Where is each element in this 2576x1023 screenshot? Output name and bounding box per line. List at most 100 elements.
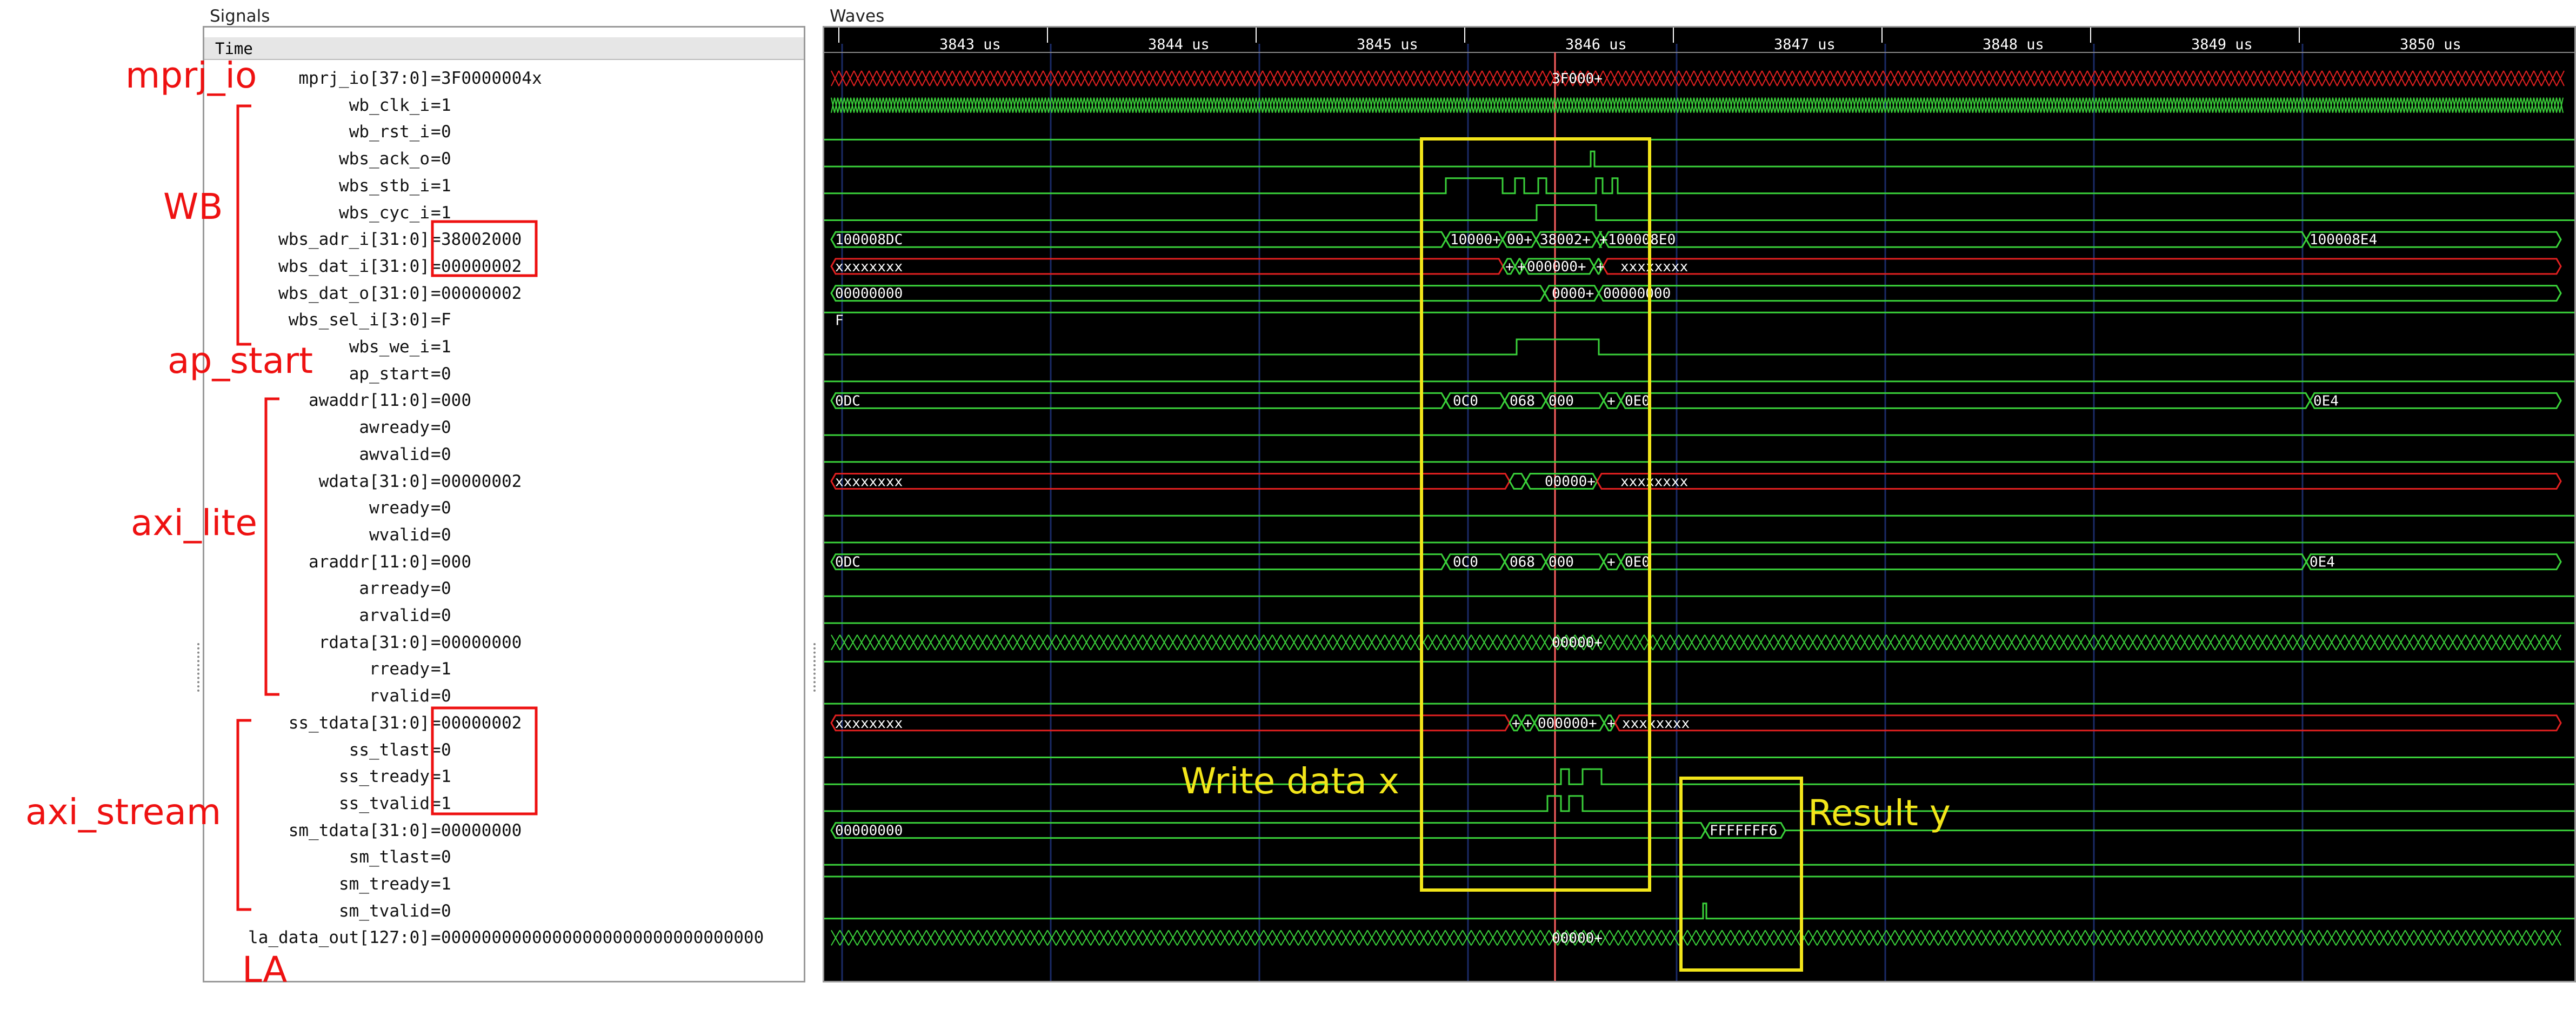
wave-value-label: +: [1596, 259, 1605, 275]
signal-value: 0: [441, 149, 451, 169]
signal-value: 00000000000000000000000000000000: [441, 928, 764, 948]
annotation-ap-start: ap_start: [168, 340, 313, 382]
wave-value-label: 0E0: [1625, 554, 1650, 571]
wave-value-label: 00000000: [835, 286, 903, 302]
signal-value: 00000000: [441, 820, 522, 840]
time-axis-label: 3848 us: [1983, 36, 2044, 53]
wave-value-label: 00000000: [1603, 286, 1671, 302]
wave-value-label: 068: [1510, 554, 1535, 571]
time-axis-label: 3850 us: [2400, 36, 2461, 53]
wave-value-label: 0000+: [1552, 286, 1594, 302]
signal-line: [824, 177, 2574, 195]
wave-value-label: 0E4: [2310, 554, 2335, 571]
wave-value-label: xxxxxxxx: [835, 259, 903, 275]
wave-value-label: 00000000: [835, 823, 903, 839]
signal-equals: =: [431, 767, 441, 787]
signal-value: 1: [441, 659, 451, 679]
signal-equals: =: [431, 498, 441, 518]
signal-equals: =: [431, 471, 441, 491]
signal-equals: =: [431, 149, 441, 169]
wave-value-label: 0E4: [2313, 393, 2339, 409]
signal-name: arvalid: [359, 606, 430, 625]
wave-value-label: xxxxxxxx: [1622, 716, 1690, 732]
annotation-mprj-io: mprj_io: [125, 55, 257, 96]
annotation-la: LA: [242, 949, 288, 991]
signal-equals: =: [431, 391, 441, 411]
signal-equals: =: [431, 793, 441, 813]
signal-equals: =: [431, 606, 441, 625]
signal-value: 0: [441, 122, 451, 142]
wave-value-label: +: [1512, 716, 1520, 732]
bus-segment: [1620, 392, 2311, 409]
wave-value-label: 00000+: [1545, 474, 1596, 490]
signal-equals: =: [431, 686, 441, 706]
signal-value: 0: [441, 498, 451, 518]
signal-value: 0: [441, 444, 451, 464]
waves-panel[interactable]: 3843 us 3844 us 3845 us 3846 us 3847 us 3848 …: [823, 26, 2576, 982]
wave-value-label: +: [1607, 716, 1616, 732]
signal-name: ss_tready: [339, 767, 430, 787]
wave-value-label: xxxxxxxx: [1620, 474, 1688, 490]
signal-equals: =: [431, 310, 441, 330]
signal-equals: =: [431, 283, 441, 303]
signal-name: ss_tlast: [349, 740, 430, 760]
signal-name: la_data_out[127:0]: [248, 928, 430, 948]
wave-value-label: 0C0: [1453, 554, 1478, 571]
signal-equals: =: [431, 874, 441, 894]
wave-value-label: 0C0: [1453, 393, 1478, 409]
wave-value-label: 100008DC: [835, 232, 903, 248]
mprj-io-value: 3F000+: [1552, 71, 1603, 87]
signal-name: araddr[11:0]: [309, 552, 430, 572]
time-axis-label: 3846 us: [1565, 36, 1627, 53]
signal-value: 0: [441, 686, 451, 706]
wave-value-label: 100008E4: [2310, 232, 2377, 248]
signal-equals: =: [431, 176, 441, 196]
wave-value-label: xxxxxxxx: [835, 716, 903, 732]
signal-name: rdata[31:0]: [318, 632, 430, 652]
signal-value: 1: [441, 874, 451, 894]
signal-equals: =: [431, 847, 441, 867]
signal-name: arready: [359, 579, 430, 599]
panel-splitter-grip[interactable]: [813, 643, 819, 692]
bus-segment: [2305, 553, 2562, 571]
signal-equals: =: [431, 659, 441, 679]
signal-line: [824, 150, 2574, 168]
wave-canvas[interactable]: 3843 us 3844 us 3845 us 3846 us 3847 us 3848 …: [824, 28, 2574, 981]
signal-equals: =: [431, 525, 441, 545]
signal-value: 0: [441, 525, 451, 545]
time-axis-label: 3847 us: [1774, 36, 1836, 53]
signal-equals: =: [431, 95, 441, 115]
signal-value: 0: [441, 847, 451, 867]
wave-value-label: 00+: [1507, 232, 1532, 248]
dense-bus: [831, 930, 2561, 946]
annotation-axi-stream: axi_stream: [25, 791, 222, 833]
wave-value-label: 00000+: [1552, 635, 1603, 651]
signal-equals: =: [431, 230, 441, 250]
left-splitter-grip[interactable]: [197, 643, 203, 692]
signal-equals: =: [431, 713, 441, 733]
signal-value: 000: [441, 391, 471, 411]
signal-name: rready: [369, 659, 430, 679]
dense-bus: [831, 70, 2565, 86]
annotation-axi-lite: axi_lite: [131, 502, 257, 544]
wave-value-label: 0DC: [835, 393, 860, 409]
signal-value: 1: [441, 203, 451, 223]
signals-panel[interactable]: Time mprj_io[37:0] = 3F0000004x wb_clk_i = 1 w…: [203, 26, 805, 982]
bus-segment: [830, 473, 1511, 490]
signal-equals: =: [431, 820, 441, 840]
signal-value: 00000002: [441, 283, 522, 303]
signal-value: 000: [441, 552, 471, 572]
bus-segment: [1614, 714, 2562, 732]
signal-value: 0: [441, 364, 451, 384]
bus-segment: [830, 714, 1511, 732]
signal-value: 1: [441, 767, 451, 787]
time-axis-label: 3843 us: [939, 36, 1001, 53]
signal-name: wbs_dat_i[31:0]: [278, 256, 430, 276]
signal-line: [824, 338, 2574, 356]
dense-bus: [831, 634, 2561, 651]
signal-value: 1: [441, 176, 451, 196]
bus-segment: [830, 285, 1546, 302]
signal-line: [824, 204, 2574, 221]
signal-name: wb_rst_i: [349, 122, 430, 142]
signal-equals: =: [431, 928, 441, 948]
